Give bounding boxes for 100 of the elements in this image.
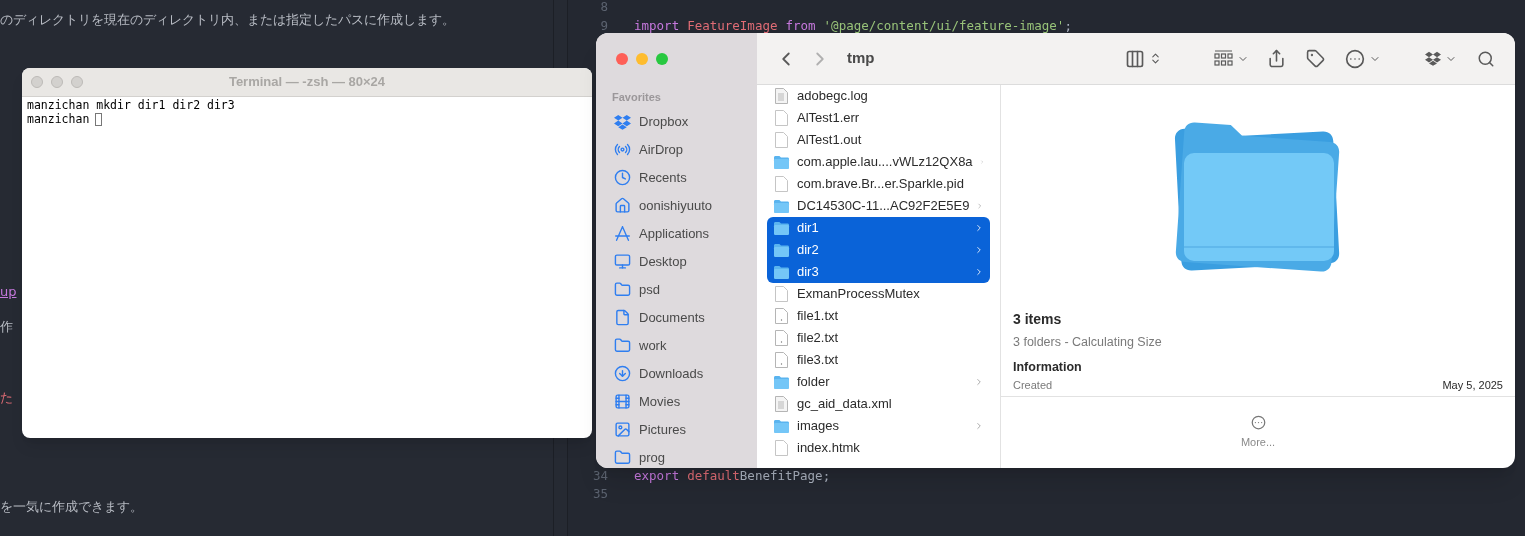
editor-text: を一気に作成できます。 [0, 498, 143, 516]
terminal-line: manzichan [27, 112, 90, 126]
file-row[interactable]: adobegc.log [767, 85, 990, 107]
preview-subtitle: 3 folders - Calculating Size [1013, 334, 1163, 351]
line-number: 8 [599, 0, 608, 14]
code-token: FeatureImage [687, 19, 778, 33]
chevron-right-icon [976, 201, 984, 211]
columns-icon [1125, 48, 1145, 69]
line-number: 34 [591, 469, 608, 483]
home-icon [614, 197, 631, 214]
folder-icon [773, 419, 790, 433]
text-file-icon [775, 330, 788, 346]
folder-icon [773, 243, 790, 257]
editor-text: 作 [0, 318, 13, 336]
file-row[interactable]: dir2 [767, 239, 990, 261]
tag-button[interactable] [1306, 49, 1325, 68]
sidebar-item[interactable]: Dropbox [596, 107, 757, 136]
code-token: ; [1064, 19, 1072, 33]
text-file-icon [775, 352, 788, 368]
group-button[interactable] [1214, 49, 1249, 68]
code-token: '@page/content/ui/feature-image' [823, 19, 1065, 33]
dropbox-button[interactable] [1425, 51, 1457, 66]
code-token: export [634, 469, 680, 483]
code-token: from [785, 19, 816, 33]
sidebar-item[interactable]: oonishiyuuto [596, 191, 757, 220]
view-mode-button[interactable] [1125, 48, 1162, 69]
sidebar-heading: Favorites [612, 90, 662, 105]
editor-text[interactable]: up [0, 283, 17, 301]
sidebar-item[interactable]: prog [596, 443, 757, 468]
file-row[interactable]: DC14530C-11...AC92F2E5E9 [767, 195, 990, 217]
file-row[interactable]: index.htmk [767, 437, 990, 459]
picture-icon [614, 421, 631, 438]
file-row[interactable]: file1.txt [767, 305, 990, 327]
blank-file-icon [775, 286, 788, 302]
section-heading: Information [1013, 358, 1083, 376]
file-row[interactable]: dir3 [767, 261, 990, 283]
chevron-right-icon [974, 245, 984, 255]
file-row[interactable]: AlTest1.err [767, 107, 990, 129]
blank-file-icon [775, 110, 788, 126]
editor-text: た [0, 389, 13, 407]
terminal-cursor [95, 112, 103, 126]
ellipsis-icon [1250, 414, 1266, 430]
window-title: Terminal — -zsh — 80×24 [228, 73, 386, 92]
sidebar-item[interactable]: work [596, 331, 757, 360]
sidebar-item[interactable]: Movies [596, 387, 757, 416]
sidebar-item[interactable]: Pictures [596, 415, 757, 444]
code-token: default [687, 469, 740, 483]
file-row[interactable]: file2.txt [767, 327, 990, 349]
sidebar-item[interactable]: psd [596, 275, 757, 304]
share-button[interactable] [1267, 49, 1286, 68]
info-value: May 5, 2025 [1442, 378, 1503, 392]
file-row[interactable]: folder [767, 371, 990, 393]
more-actions-button[interactable] [1345, 48, 1381, 69]
text-file-icon [775, 308, 788, 324]
file-row[interactable]: dir1 [767, 217, 990, 239]
folder-icon [773, 155, 790, 169]
dropbox-icon [1425, 51, 1441, 66]
chevron-right-icon [979, 157, 984, 167]
folder-icon [773, 375, 790, 389]
file-row[interactable]: ExmanProcessMutex [767, 283, 990, 305]
file-row[interactable]: AlTest1.out [767, 129, 990, 151]
chevron-right-icon [974, 377, 984, 387]
blank-file-icon [775, 176, 788, 192]
preview-title: 3 items [1013, 310, 1063, 329]
compass-tool-icon [614, 225, 631, 242]
clock-icon [614, 169, 631, 186]
sidebar-item[interactable]: Documents [596, 303, 757, 332]
file-row[interactable]: images [767, 415, 990, 437]
search-button[interactable] [1477, 49, 1495, 68]
folder-icon [614, 337, 631, 354]
info-label: Created [1013, 378, 1053, 392]
folder-icon [773, 221, 790, 235]
chevron-right-icon [974, 267, 984, 277]
line-number: 9 [599, 19, 608, 33]
monitor-icon [614, 253, 631, 270]
file-row[interactable]: com.brave.Br...er.Sparkle.pid [767, 173, 990, 195]
sidebar-item[interactable]: Desktop [596, 247, 757, 276]
sidebar-item[interactable]: Downloads [596, 359, 757, 388]
folder-icon [773, 265, 790, 279]
folder-icon [614, 449, 631, 466]
more-button[interactable]: More... [1240, 433, 1276, 450]
folder-icon [773, 199, 790, 213]
blank-file-icon [775, 440, 788, 456]
file-row[interactable]: file3.txt [767, 349, 990, 371]
code-token: BenefitPage; [739, 469, 831, 483]
folder-icon [614, 281, 631, 298]
file-row[interactable]: gc_aid_data.xml [767, 393, 990, 415]
text-document-icon [775, 88, 788, 104]
sidebar-item[interactable]: Applications [596, 219, 757, 248]
code-token: import [634, 19, 680, 33]
chevron-right-icon [974, 421, 984, 431]
updown-icon [1149, 52, 1162, 65]
sidebar-item[interactable]: Recents [596, 163, 757, 192]
sidebar-item[interactable]: AirDrop [596, 135, 757, 164]
folder-title: tmp [847, 48, 875, 69]
dropbox-icon [614, 113, 631, 130]
file-row[interactable]: com.apple.lau....vWLz12QX8a [767, 151, 990, 173]
text-document-icon [775, 396, 788, 412]
editor-text: のディレクトリを現在のディレクトリ内、または指定したパスに作成します。 [0, 11, 455, 29]
document-icon [614, 309, 631, 326]
